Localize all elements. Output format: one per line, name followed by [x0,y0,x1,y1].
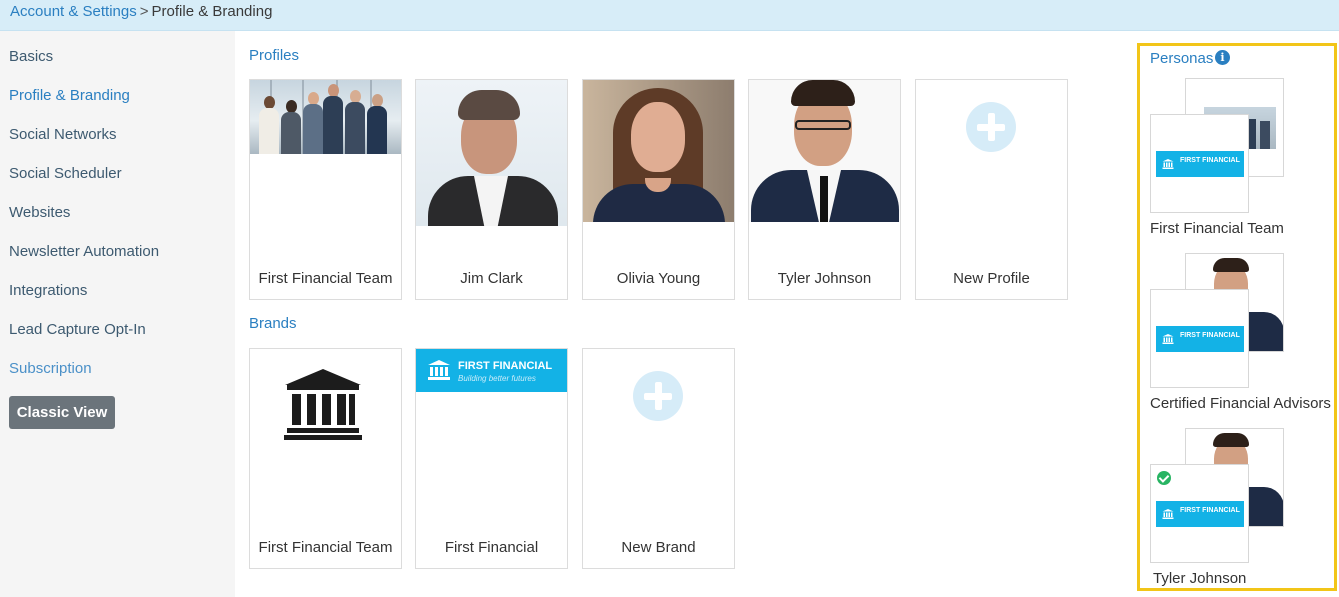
bank-icon [1162,334,1174,344]
persona-name: Certified Financial Advisors [1150,395,1331,412]
profile-card-tyler-johnson[interactable]: Tyler Johnson [748,79,901,300]
selected-check-icon [1157,471,1171,485]
persona-banner-text: FIRST FINANCIAL [1180,157,1240,164]
brand-card-label: New Brand [621,539,696,556]
profile-card-label: First Financial Team [258,270,393,287]
persona-brand-banner: FIRST FINANCIAL [1156,151,1244,177]
sidebar-item-lead-capture[interactable]: Lead Capture Opt-In [9,321,146,339]
persona-name: Tyler Johnson [1153,570,1247,587]
personas-panel: Personas i FIRST FINANCIAL First Financi… [1137,43,1337,591]
olivia-young-photo [583,80,734,222]
classic-view-button[interactable]: Classic View [9,396,115,429]
persona-banner-text: FIRST FINANCIAL [1180,332,1240,339]
personas-heading: Personas [1150,50,1214,67]
brand-banner-tagline: Building better futures [458,374,536,383]
breadcrumb-current: Profile & Branding [151,3,273,20]
sidebar-item-integrations[interactable]: Integrations [9,282,87,300]
profile-card-label: New Profile [953,270,1030,287]
add-icon [966,102,1016,152]
sidebar: Basics Profile & Branding Social Network… [0,31,235,597]
top-bar: Account & Settings > Profile & Branding [0,0,1339,31]
profile-card-olivia-young[interactable]: Olivia Young [582,79,735,300]
sidebar-item-social-networks[interactable]: Social Networks [9,126,117,144]
profile-card-label: Jim Clark [460,270,523,287]
persona-brand-banner: FIRST FINANCIAL [1156,326,1244,352]
bank-icon [284,369,362,440]
sidebar-item-subscription[interactable]: Subscription [9,360,92,378]
profile-card-label: Tyler Johnson [777,270,872,287]
breadcrumb-account-settings[interactable]: Account & Settings [10,3,137,20]
breadcrumb: Account & Settings > Profile & Branding [10,3,272,21]
sidebar-item-social-scheduler[interactable]: Social Scheduler [9,165,122,183]
bank-icon [428,360,450,380]
persona-brand-thumbnail: FIRST FINANCIAL [1150,464,1249,563]
bank-icon [1162,509,1174,519]
info-icon[interactable]: i [1215,50,1230,65]
brand-card-label: First Financial Team [258,539,393,556]
profile-card-first-financial-team[interactable]: First Financial Team [249,79,402,300]
jim-clark-photo [416,80,567,226]
profile-card-jim-clark[interactable]: Jim Clark [415,79,568,300]
new-brand-card[interactable]: New Brand [582,348,735,569]
brand-card-first-financial-team[interactable]: First Financial Team [249,348,402,569]
persona-brand-thumbnail: FIRST FINANCIAL [1150,289,1249,388]
breadcrumb-separator: > [139,3,149,20]
sidebar-item-basics[interactable]: Basics [9,48,53,66]
profiles-heading: Profiles [249,47,300,64]
sidebar-item-websites[interactable]: Websites [9,204,70,222]
add-icon [633,371,683,421]
profile-card-label: Olivia Young [616,270,701,287]
bank-icon [1162,159,1174,169]
team-photo [250,80,401,154]
persona-name: First Financial Team [1150,220,1284,237]
brand-card-label: First Financial [444,539,539,556]
persona-brand-banner: FIRST FINANCIAL [1156,501,1244,527]
brand-banner-title: FIRST FINANCIAL [458,360,553,372]
brands-heading: Brands [249,315,297,332]
persona-banner-text: FIRST FINANCIAL [1180,507,1240,514]
persona-brand-thumbnail: FIRST FINANCIAL [1150,114,1249,213]
tyler-johnson-photo [749,80,900,222]
new-profile-card[interactable]: New Profile [915,79,1068,300]
sidebar-item-newsletter-automation[interactable]: Newsletter Automation [9,243,159,261]
sidebar-item-profile-branding[interactable]: Profile & Branding [9,87,130,105]
brand-banner: FIRST FINANCIAL Building better futures [416,349,567,392]
brand-card-first-financial[interactable]: FIRST FINANCIAL Building better futures … [415,348,568,569]
